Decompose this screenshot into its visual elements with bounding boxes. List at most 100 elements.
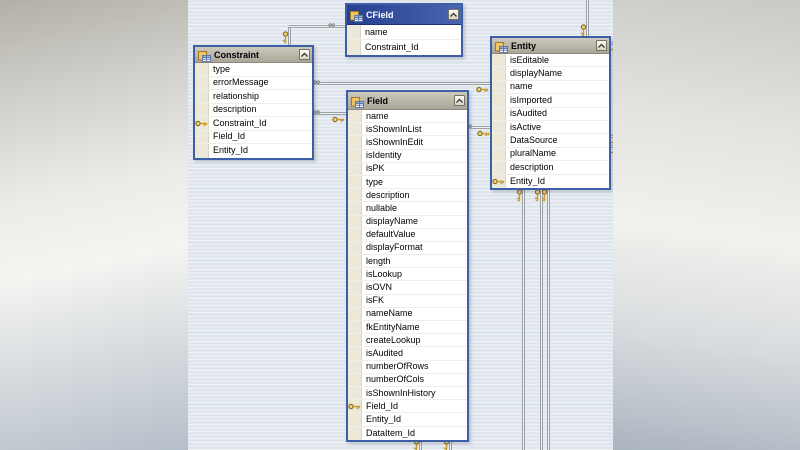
row-gutter (492, 94, 506, 106)
table-row[interactable]: isShownInHistory (348, 387, 467, 400)
table-row[interactable]: isActive (492, 121, 609, 134)
field-list: type errorMessagerelationship description C… (195, 63, 312, 158)
table-row[interactable]: Entity_Id (492, 175, 609, 188)
table-row[interactable]: isAudited (492, 108, 609, 121)
table-row[interactable]: isIdentity (348, 150, 467, 163)
table-row[interactable]: displayName (348, 216, 467, 229)
field-name: Entity_Id (362, 415, 401, 424)
table-title: Constraint (214, 50, 296, 60)
field-name: DataSource (506, 136, 558, 145)
collapse-button[interactable] (299, 49, 310, 60)
row-gutter (348, 374, 362, 386)
table-row[interactable]: numberOfCols (348, 374, 467, 387)
table-row[interactable]: pluralName (492, 148, 609, 161)
key-end-icon (288, 31, 295, 44)
table-row[interactable]: isLookup (348, 268, 467, 281)
field-name: isPK (362, 164, 385, 173)
row-gutter (348, 268, 362, 280)
table-row[interactable]: DataSource (492, 134, 609, 147)
collapse-button[interactable] (448, 9, 459, 20)
table-row[interactable]: isAudited (348, 347, 467, 360)
relationship-connector-entity-to-offscreen-bottom-1[interactable] (522, 185, 525, 450)
chevron-up-icon (300, 51, 309, 59)
field-name: DataItem_Id (362, 429, 415, 438)
table-row[interactable]: length (348, 255, 467, 268)
table-row[interactable]: name (348, 110, 467, 123)
field-name: type (362, 178, 383, 187)
collapse-button[interactable] (596, 40, 607, 51)
field-name: relationship (209, 92, 259, 101)
relationship-connector-constraint-to-entity[interactable] (312, 82, 490, 85)
key-end-icon (332, 110, 345, 117)
table-row[interactable]: type (195, 63, 312, 77)
collapse-button[interactable] (454, 95, 465, 106)
row-gutter (348, 123, 362, 135)
table-row[interactable]: Entity_Id (348, 413, 467, 426)
table-row[interactable]: createLookup (348, 334, 467, 347)
table-row[interactable]: name (347, 25, 461, 40)
table-row[interactable]: name (492, 81, 609, 94)
row-gutter (348, 321, 362, 333)
table-row[interactable]: isImported (492, 94, 609, 107)
table-row[interactable]: displayFormat (348, 242, 467, 255)
table-row[interactable]: relationship (195, 90, 312, 104)
field-name: nameName (362, 309, 413, 318)
relationship-connector-cfield-to-constraint[interactable] (289, 25, 345, 28)
gold-key-icon (348, 403, 361, 410)
relationship-connector-entity-to-offscreen-bottom-2[interactable] (540, 185, 543, 450)
many-end-icon: ∞ (313, 78, 320, 88)
letterbox-left (0, 0, 188, 450)
field-name: isIdentity (362, 151, 402, 160)
table-row[interactable]: DataItem_Id (348, 427, 467, 440)
row-gutter (492, 121, 506, 133)
table-row[interactable]: fkEntityName (348, 321, 467, 334)
field-name: isShownInEdit (362, 138, 423, 147)
table-header[interactable]: Entity (492, 38, 609, 54)
table-row[interactable]: defaultValue (348, 229, 467, 242)
field-name: pluralName (506, 149, 556, 158)
field-name: Entity_Id (506, 177, 545, 186)
table-header[interactable]: Field (348, 92, 467, 110)
table-row[interactable]: isPK (348, 163, 467, 176)
table-row[interactable]: isEditable (492, 54, 609, 67)
table-entity[interactable]: Entity isEditabledisplayNamenameisImport… (490, 36, 611, 190)
table-row[interactable]: Field_Id (195, 131, 312, 145)
table-row[interactable]: description (348, 189, 467, 202)
table-row[interactable]: errorMessage (195, 77, 312, 91)
table-row[interactable]: Field_Id (348, 400, 467, 413)
field-name: type (209, 65, 230, 74)
table-row[interactable]: isFK (348, 295, 467, 308)
relationship-connector-entity-to-offscreen-bottom-3[interactable] (547, 185, 550, 450)
table-row[interactable]: description (195, 104, 312, 118)
table-row[interactable]: Entity_Id (195, 144, 312, 158)
table-icon (198, 49, 211, 60)
table-row[interactable]: Constraint_Id (347, 40, 461, 55)
table-icon (495, 40, 508, 51)
row-gutter (347, 40, 361, 55)
row-gutter (492, 108, 506, 120)
row-gutter (348, 189, 362, 201)
table-row[interactable]: nameName (348, 308, 467, 321)
table-header[interactable]: Constraint (195, 47, 312, 63)
field-name: Field_Id (209, 132, 245, 141)
row-gutter (348, 242, 362, 254)
table-row[interactable]: isShownInEdit (348, 136, 467, 149)
table-constraint[interactable]: Constraint type errorMessagerelationship d… (193, 45, 314, 160)
many-end-icon: ∞ (328, 21, 335, 31)
table-header[interactable]: CField (347, 5, 461, 25)
table-field[interactable]: Field nameisShownInList isShownInEdit isId… (346, 90, 469, 442)
table-row[interactable]: nullable (348, 202, 467, 215)
field-name: Constraint_Id (361, 43, 419, 52)
table-row[interactable]: Constraint_Id (195, 117, 312, 131)
table-row[interactable]: displayName (492, 67, 609, 80)
field-name: isShownInHistory (362, 389, 436, 398)
table-cfield[interactable]: CField name Constraint_Id (345, 3, 463, 57)
table-row[interactable]: numberOfRows (348, 361, 467, 374)
table-row[interactable]: type (348, 176, 467, 189)
table-row[interactable]: description (492, 161, 609, 174)
row-gutter (348, 176, 362, 188)
primary-key-icon (195, 117, 209, 130)
field-name: description (209, 105, 257, 114)
table-row[interactable]: isOVN (348, 281, 467, 294)
table-row[interactable]: isShownInList (348, 123, 467, 136)
